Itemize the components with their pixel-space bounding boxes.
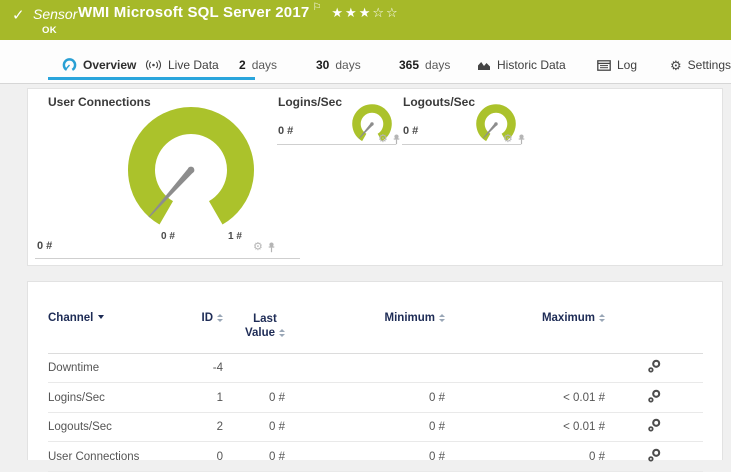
- sort-icon: [279, 329, 285, 338]
- channel-minimum: 0 #: [285, 441, 445, 472]
- channel-last-value: 0 #: [223, 412, 285, 443]
- tab-label: Settings: [687, 58, 731, 72]
- channels-table: Channel ID Last Value Minimum Maximum Do…: [48, 282, 703, 472]
- channel-name: User Connections: [48, 441, 186, 472]
- tab-label-unit: days: [335, 58, 361, 72]
- gauge-cell-divider: [277, 144, 396, 145]
- tab-label: Overview: [83, 58, 137, 72]
- tab-label-number: 365: [399, 58, 420, 72]
- channel-id: 2: [186, 412, 223, 443]
- column-header-maximum[interactable]: Maximum: [445, 282, 605, 354]
- channel-maximum: < 0.01 #: [445, 412, 605, 443]
- signal-icon: [146, 60, 161, 70]
- channel-settings-gears-icon[interactable]: [647, 389, 662, 404]
- tab-label: Live Data: [168, 58, 219, 72]
- sort-desc-icon: [98, 315, 105, 319]
- channel-name: Logouts/Sec: [48, 412, 186, 443]
- column-header-minimum[interactable]: Minimum: [285, 282, 445, 354]
- channel-id: 1: [186, 382, 223, 413]
- channel-minimum: 0 #: [285, 412, 445, 443]
- gauge-title: Logins/Sec: [278, 95, 343, 109]
- gauge-title: Logouts/Sec: [403, 95, 476, 109]
- sort-icon: [439, 314, 445, 322]
- table-row: Logins/Sec 1 0 # 0 # < 0.01 #: [48, 382, 703, 413]
- channel-name: Logins/Sec: [48, 382, 186, 413]
- column-label: Last: [253, 313, 277, 325]
- user-connections-gauge: [128, 107, 254, 225]
- column-header-last-value[interactable]: Last Value: [223, 282, 285, 354]
- status-badge: OK: [42, 25, 57, 36]
- tab-30-days[interactable]: 30 days: [316, 58, 361, 72]
- channel-maximum: < 0.01 #: [445, 382, 605, 413]
- table-header-row: Channel ID Last Value Minimum Maximum: [48, 282, 703, 354]
- gauge-cell-divider: [35, 258, 300, 259]
- table-row: Downtime -4: [48, 353, 703, 384]
- log-list-icon: [597, 59, 611, 71]
- gauge-scale-min: 0 #: [161, 231, 175, 242]
- table-row: User Connections 0 0 # 0 # 0 #: [48, 441, 703, 472]
- status-check-icon: ✓: [12, 7, 25, 24]
- channel-minimum: [285, 353, 445, 384]
- gauges-panel: User Connections 0 # 1 # 0 # ⚙ Logins/Se…: [27, 88, 723, 266]
- channel-settings-gears-icon[interactable]: [647, 448, 662, 463]
- channel-name: Downtime: [48, 353, 186, 384]
- tab-live-data[interactable]: Live Data: [145, 58, 219, 72]
- channel-last-value: 0 #: [223, 382, 285, 413]
- column-header-channel[interactable]: Channel: [48, 282, 186, 354]
- channel-last-value: 0 #: [223, 441, 285, 472]
- column-label: Minimum: [384, 312, 435, 324]
- channel-id: 0: [186, 441, 223, 472]
- channels-panel: Channel ID Last Value Minimum Maximum Do…: [27, 281, 723, 472]
- tab-label: Historic Data: [497, 58, 566, 72]
- channel-minimum: 0 #: [285, 382, 445, 413]
- active-tab-underline: [48, 77, 255, 80]
- page-title: WMI Microsoft SQL Server 2017: [78, 4, 310, 21]
- tab-label: Log: [617, 58, 638, 72]
- gauge-value: 0 #: [37, 240, 53, 252]
- gauge-icon: [62, 58, 77, 71]
- table-row: Logouts/Sec 2 0 # 0 # < 0.01 #: [48, 412, 703, 443]
- channel-maximum: 0 #: [445, 441, 605, 472]
- column-label: Channel: [48, 312, 94, 324]
- channel-maximum: [445, 353, 605, 384]
- sort-icon: [217, 314, 223, 322]
- column-label: Value: [244, 327, 275, 340]
- tab-label-number: 2: [239, 58, 246, 72]
- sensor-header: ✓ Sensor WMI Microsoft SQL Server 2017 ⚐…: [0, 0, 731, 40]
- gauge-value: 0 #: [278, 125, 294, 137]
- sensor-title-row: WMI Microsoft SQL Server 2017 ⚐ ★★★☆☆: [78, 2, 400, 21]
- channel-id: -4: [186, 353, 223, 384]
- priority-stars[interactable]: ★★★☆☆: [331, 5, 399, 21]
- column-label: Maximum: [541, 312, 595, 324]
- sort-icon: [599, 314, 605, 322]
- gauge-scale-max: 1 #: [228, 231, 242, 242]
- gear-icon: ⚙: [670, 57, 682, 73]
- tab-log[interactable]: Log: [597, 58, 637, 72]
- column-header-id[interactable]: ID: [186, 282, 223, 354]
- pin-icon[interactable]: [267, 242, 276, 253]
- gauge-cell-divider: [402, 144, 521, 145]
- tab-settings[interactable]: ⚙ Settings: [670, 58, 731, 72]
- tab-label-unit: days: [425, 58, 451, 72]
- tab-365-days[interactable]: 365 days: [399, 58, 450, 72]
- gauge-actions: ⚙: [253, 242, 276, 253]
- tab-overview[interactable]: Overview: [62, 58, 136, 72]
- gauge-value: 0 #: [403, 125, 419, 137]
- tab-label-number: 30: [316, 58, 330, 72]
- gear-icon[interactable]: ⚙: [253, 242, 263, 253]
- channel-settings-gears-icon[interactable]: [647, 359, 662, 374]
- tab-2-days[interactable]: 2 days: [239, 58, 277, 72]
- column-label: ID: [201, 312, 214, 324]
- channel-last-value: [223, 353, 285, 384]
- column-header-settings: [605, 282, 703, 354]
- tab-label-unit: days: [251, 58, 278, 72]
- area-chart-icon: [478, 62, 490, 70]
- tab-historic-data[interactable]: Historic Data: [477, 58, 566, 72]
- sensor-kind-label: Sensor: [33, 6, 78, 22]
- flag-icon[interactable]: ⚐: [312, 2, 321, 13]
- channel-settings-gears-icon[interactable]: [647, 418, 662, 433]
